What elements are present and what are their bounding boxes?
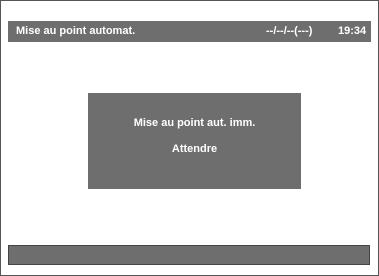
dialog-status: Attendre (171, 143, 218, 155)
screen-title: Mise au point automat. (16, 25, 136, 37)
clock-display: 19:34 (338, 25, 367, 37)
status-dialog: Mise au point aut. imm. Attendre (88, 93, 301, 189)
dialog-message: Mise au point aut. imm. (133, 117, 256, 129)
date-display: --/--/--(---) (266, 25, 313, 37)
footer-bar (8, 245, 370, 265)
screen-frame: Mise au point automat. --/--/--(---) 19:… (0, 0, 379, 276)
header-bar: Mise au point automat. --/--/--(---) 19:… (8, 21, 371, 42)
